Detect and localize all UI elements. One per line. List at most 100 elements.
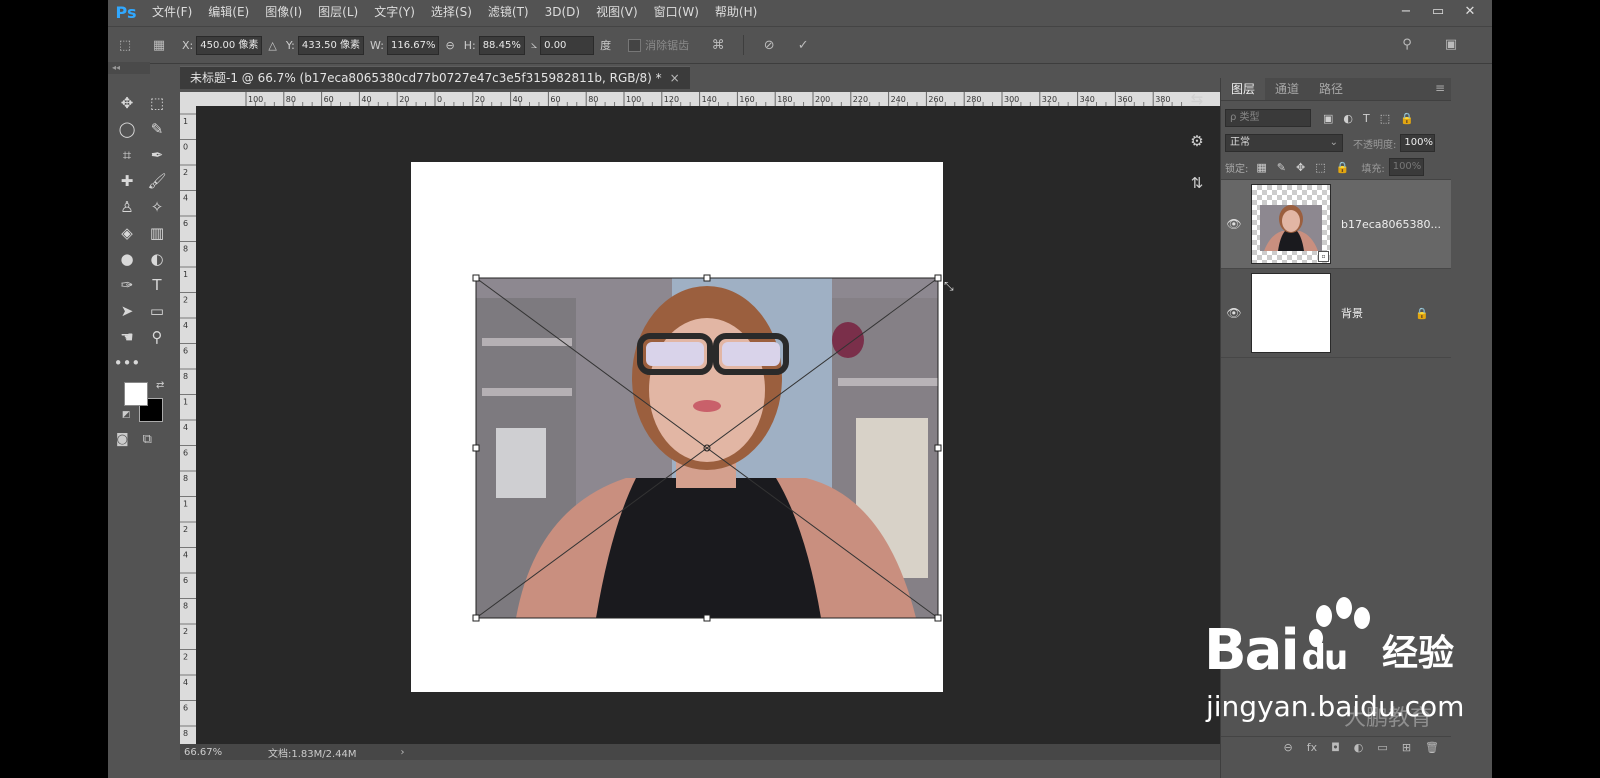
new-group-icon[interactable]: ▭ <box>1377 741 1387 754</box>
menu-help[interactable]: 帮助(H) <box>707 0 765 24</box>
new-layer-icon[interactable]: ⊞ <box>1402 741 1411 754</box>
vertical-ruler[interactable]: 1 0 2 4 6 8 1 2 4 6 8 1 4 6 8 1 2 4 6 8 2 2 4 6 8 <box>180 106 196 744</box>
quick-mask-icon[interactable]: ◙ <box>116 432 129 447</box>
angle-field[interactable]: 0.00 <box>540 35 595 55</box>
pen-tool-icon[interactable]: ✑ <box>112 272 142 298</box>
dodge-tool-icon[interactable]: ◐ <box>142 246 172 272</box>
brush-tool-icon[interactable]: 🖌 <box>142 168 172 194</box>
warp-icon[interactable]: ⌘ <box>707 34 729 56</box>
history-brush-tool-icon[interactable]: ✧ <box>142 194 172 220</box>
toolbox-collapse[interactable]: ◂◂ <box>108 62 150 74</box>
search-icon[interactable]: ⚲ <box>1396 33 1418 55</box>
lock-position-icon[interactable]: ✥ <box>1296 161 1305 174</box>
type-tool-icon[interactable]: T <box>142 272 172 298</box>
transform-handle-b[interactable] <box>703 614 711 622</box>
lock-pixels-icon[interactable]: ✎ <box>1277 161 1286 174</box>
blend-mode-select[interactable]: 正常 ⌄ <box>1225 134 1343 152</box>
cancel-transform-icon[interactable]: ⊘ <box>758 34 780 56</box>
quick-selection-tool-icon[interactable]: ✎ <box>142 116 172 142</box>
transform-handle-r[interactable] <box>934 444 942 452</box>
antialias-checkbox[interactable] <box>628 38 642 52</box>
opacity-field[interactable]: 100% <box>1400 134 1436 152</box>
transform-handle-t[interactable] <box>703 274 711 282</box>
healing-brush-tool-icon[interactable]: ✚ <box>112 168 142 194</box>
layer-style-icon[interactable]: fx <box>1307 741 1317 754</box>
clone-stamp-tool-icon[interactable]: ♙ <box>112 194 142 220</box>
layer-name[interactable]: 背景 <box>1341 305 1363 321</box>
move-tool-icon[interactable]: ✥ <box>112 90 142 116</box>
menu-filter[interactable]: 滤镜(T) <box>480 0 537 24</box>
swap-colors-icon[interactable]: ⇄ <box>156 380 164 391</box>
menu-select[interactable]: 选择(S) <box>423 0 480 24</box>
marquee-tool-icon[interactable]: ⬚ <box>142 90 172 116</box>
link-icon[interactable]: ⊖ <box>445 39 454 52</box>
hand-tool-icon[interactable]: ☚ <box>112 324 142 350</box>
document-tab[interactable]: 未标题-1 @ 66.7% (b17eca8065380cd77b0727e47… <box>180 66 690 89</box>
pixel-filter-icon[interactable]: ▣ <box>1323 112 1333 125</box>
workspace-icon[interactable]: ▣ <box>1440 33 1462 55</box>
lasso-tool-icon[interactable]: ◯ <box>112 116 142 142</box>
layer-row-background[interactable]: 👁 背景 🔒 <box>1221 269 1451 358</box>
blur-tool-icon[interactable]: ● <box>112 246 142 272</box>
zoom-tool-icon[interactable]: ⚲ <box>142 324 172 350</box>
menu-view[interactable]: 视图(V) <box>588 0 646 24</box>
visibility-eye-icon[interactable]: 👁 <box>1221 217 1247 231</box>
transform-handle-bl[interactable] <box>472 614 480 622</box>
restore-button[interactable]: ▭ <box>1424 0 1452 22</box>
menu-edit[interactable]: 编辑(E) <box>200 0 257 24</box>
foreground-color-swatch[interactable] <box>124 382 148 406</box>
adjustment-filter-icon[interactable]: ◐ <box>1343 112 1353 125</box>
trash-icon[interactable]: 🗑 <box>1425 741 1439 754</box>
reference-point-icon[interactable]: ▦ <box>148 34 170 56</box>
default-colors-icon[interactable]: ◩ <box>122 410 131 420</box>
path-selection-tool-icon[interactable]: ➤ <box>112 298 142 324</box>
y-field[interactable]: 433.50 像素 <box>297 35 365 55</box>
lock-all-icon[interactable]: 🔒 <box>1336 161 1350 174</box>
commit-transform-icon[interactable]: ✓ <box>792 34 814 56</box>
canvas-area[interactable]: ⤡ <box>196 106 1260 744</box>
layer-filter-select[interactable]: ρ 类型 <box>1225 109 1311 127</box>
tab-layers[interactable]: 图层 <box>1221 78 1266 100</box>
h-field[interactable]: 88.45% <box>478 35 525 55</box>
eraser-tool-icon[interactable]: ◈ <box>112 220 142 246</box>
properties-panel-icon[interactable]: ⚙ <box>1182 126 1212 156</box>
crop-tool-icon[interactable]: ⌗ <box>112 142 142 168</box>
lock-artboard-icon[interactable]: ⬚ <box>1315 161 1325 174</box>
zoom-level[interactable]: 66.67% <box>180 747 264 758</box>
adjustments-panel-icon[interactable]: ⇅ <box>1182 168 1212 198</box>
menu-type[interactable]: 文字(Y) <box>366 0 423 24</box>
adjustment-layer-icon[interactable]: ◐ <box>1354 741 1364 754</box>
tab-paths[interactable]: 路径 <box>1309 78 1353 100</box>
menu-image[interactable]: 图像(I) <box>257 0 310 24</box>
screen-mode-icon[interactable]: ⧉ <box>143 432 152 447</box>
lock-transparent-icon[interactable]: ▦ <box>1256 161 1266 174</box>
layer-name[interactable]: b17eca8065380... <box>1341 218 1441 231</box>
menu-window[interactable]: 窗口(W) <box>646 0 707 24</box>
transform-handle-tl[interactable] <box>472 274 480 282</box>
rectangle-tool-icon[interactable]: ▭ <box>142 298 172 324</box>
menu-layer[interactable]: 图层(L) <box>310 0 366 24</box>
status-menu-icon[interactable]: › <box>401 747 405 758</box>
type-filter-icon[interactable]: T <box>1363 112 1370 125</box>
menu-file[interactable]: 文件(F) <box>144 0 200 24</box>
menu-3d[interactable]: 3D(D) <box>537 0 588 24</box>
eyedropper-tool-icon[interactable]: ✒ <box>142 142 172 168</box>
tab-channels[interactable]: 通道 <box>1265 78 1309 100</box>
more-tools-icon[interactable]: ••• <box>112 350 142 376</box>
close-button[interactable]: ✕ <box>1456 0 1484 22</box>
transform-tool-icon[interactable]: ⬚ <box>114 34 136 56</box>
delta-icon[interactable]: △ <box>268 39 276 52</box>
close-tab-icon[interactable]: × <box>670 71 680 85</box>
x-field[interactable]: 450.00 像素 <box>196 35 263 55</box>
fill-field[interactable]: 100% <box>1388 158 1424 176</box>
w-field[interactable]: 116.67% <box>386 35 440 55</box>
minimize-button[interactable]: − <box>1392 0 1420 22</box>
panel-menu-icon[interactable]: ≡ <box>1435 81 1445 95</box>
add-mask-icon[interactable]: ◘ <box>1331 741 1340 754</box>
transform-handle-tr[interactable] <box>934 274 942 282</box>
horizontal-ruler[interactable]: 100 80 60 40 20 0 20 40 60 80 100 120 140 160 180 200 22… <box>196 92 1260 106</box>
transform-handle-br[interactable] <box>934 614 942 622</box>
link-layers-icon[interactable]: ⊖ <box>1283 741 1292 754</box>
visibility-eye-icon[interactable]: 👁 <box>1221 306 1247 320</box>
layer-row-smart-object[interactable]: 👁 ▫ b17eca8065380... <box>1221 180 1451 269</box>
